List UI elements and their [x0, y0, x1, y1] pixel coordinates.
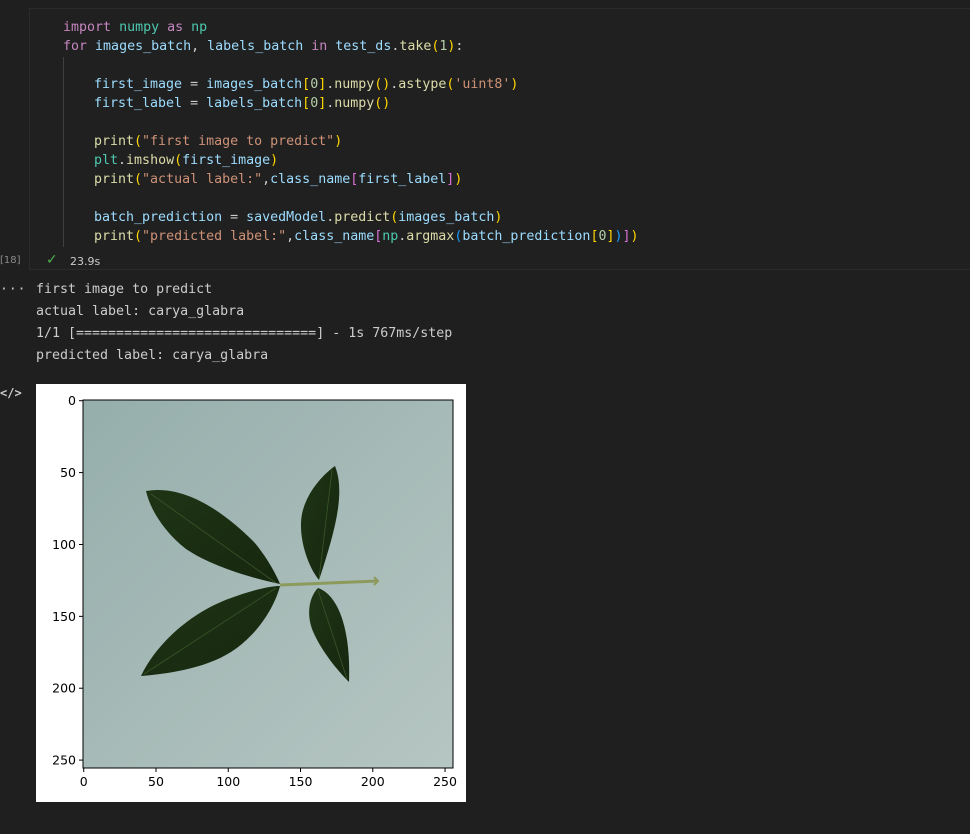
execution-duration: 23.9s [70, 255, 101, 268]
keyword: for [63, 39, 88, 54]
output-line: 1/1 [==============================] - 1… [36, 326, 453, 341]
operator: = [182, 96, 207, 111]
variable: images_batch [398, 210, 495, 225]
module-alias: np [191, 20, 208, 35]
output-line: first image to predict [36, 282, 213, 297]
matplotlib-figure: 0 50 100 150 200 250 0 50 100 150 200 250 [36, 384, 466, 802]
ellipsis-icon[interactable]: ··· [0, 282, 26, 297]
x-tick-label: 0 [80, 774, 88, 789]
variable: images_batch [95, 39, 192, 54]
variable: labels_batch [207, 39, 304, 54]
x-tick-label: 200 [361, 774, 385, 789]
string-literal: "first image to predict" [142, 134, 335, 149]
y-tick-label: 150 [52, 609, 76, 624]
function-name: predict [334, 210, 391, 225]
x-tick-label: 150 [289, 774, 313, 789]
operator: = [222, 210, 247, 225]
variable: batch_prediction [462, 229, 591, 244]
colon: : [455, 39, 464, 54]
output-line: actual label: carya_glabra [36, 304, 245, 319]
string-literal: "actual label:" [142, 172, 263, 187]
execution-count: [18] [0, 255, 21, 266]
function-name: argmax [406, 229, 455, 244]
function-name: print [94, 134, 135, 149]
function-name: numpy [334, 77, 375, 92]
function-name: print [94, 172, 135, 187]
variable: first_label [358, 172, 447, 187]
variable: class_name [270, 172, 351, 187]
output-line: predicted label: carya_glabra [36, 348, 269, 363]
leaf-image [83, 400, 453, 768]
check-icon: ✓ [46, 252, 58, 268]
x-tick-label: 50 [148, 774, 164, 789]
y-tick-label: 200 [52, 681, 76, 696]
function-name: print [94, 229, 135, 244]
x-axis: 0 50 100 150 200 250 [80, 768, 457, 789]
code-line-3[interactable]: first_image = images_batch[0].numpy().as… [94, 75, 518, 94]
keyword: as [167, 20, 184, 35]
function-name: imshow [126, 153, 175, 168]
code-line-9[interactable]: print("predicted label:",class_name[np.a… [94, 227, 639, 246]
y-tick-label: 100 [52, 537, 76, 552]
string-literal: "predicted label:" [142, 229, 287, 244]
y-tick-label: 250 [52, 753, 76, 768]
function-name: take [399, 39, 432, 54]
x-tick-label: 100 [216, 774, 240, 789]
variable: batch_prediction [94, 210, 223, 225]
variable: test_ds [335, 39, 392, 54]
variable: savedModel [246, 210, 327, 225]
code-line-7[interactable]: print("actual label:",class_name[first_l… [94, 170, 462, 189]
number: 0 [310, 96, 319, 111]
y-tick-label: 0 [68, 393, 76, 408]
variable: first_label [94, 96, 183, 111]
x-tick-label: 250 [433, 774, 457, 789]
variable: labels_batch [206, 96, 303, 111]
module-name: plt [94, 153, 119, 168]
code-icon[interactable]: </> [0, 386, 22, 400]
keyword: in [311, 39, 328, 54]
y-tick-label: 50 [60, 465, 76, 480]
figure-canvas: 0 50 100 150 200 250 0 50 100 150 200 250 [52, 393, 457, 789]
code-line-8[interactable]: batch_prediction = savedModel.predict(im… [94, 208, 502, 227]
code-line-1[interactable]: import numpy as np [63, 18, 207, 37]
variable: first_image [182, 153, 271, 168]
indent-guide [63, 57, 64, 247]
module-name: numpy [119, 20, 160, 35]
module-alias: np [382, 229, 399, 244]
function-name: astype [398, 77, 447, 92]
variable: first_image [94, 77, 183, 92]
code-line-4[interactable]: first_label = labels_batch[0].numpy() [94, 94, 390, 113]
code-line-6[interactable]: plt.imshow(first_image) [94, 151, 278, 170]
code-line-5[interactable]: print("first image to predict") [94, 132, 342, 151]
function-name: numpy [334, 96, 375, 111]
string-literal: 'uint8' [454, 77, 511, 92]
code-line-2[interactable]: for images_batch, labels_batch in test_d… [63, 37, 463, 56]
comma: , [191, 39, 200, 54]
number: 0 [310, 77, 319, 92]
keyword: import [63, 20, 112, 35]
variable: class_name [294, 229, 375, 244]
y-axis: 0 50 100 150 200 250 [52, 393, 83, 768]
variable: images_batch [206, 77, 303, 92]
operator: = [182, 77, 207, 92]
